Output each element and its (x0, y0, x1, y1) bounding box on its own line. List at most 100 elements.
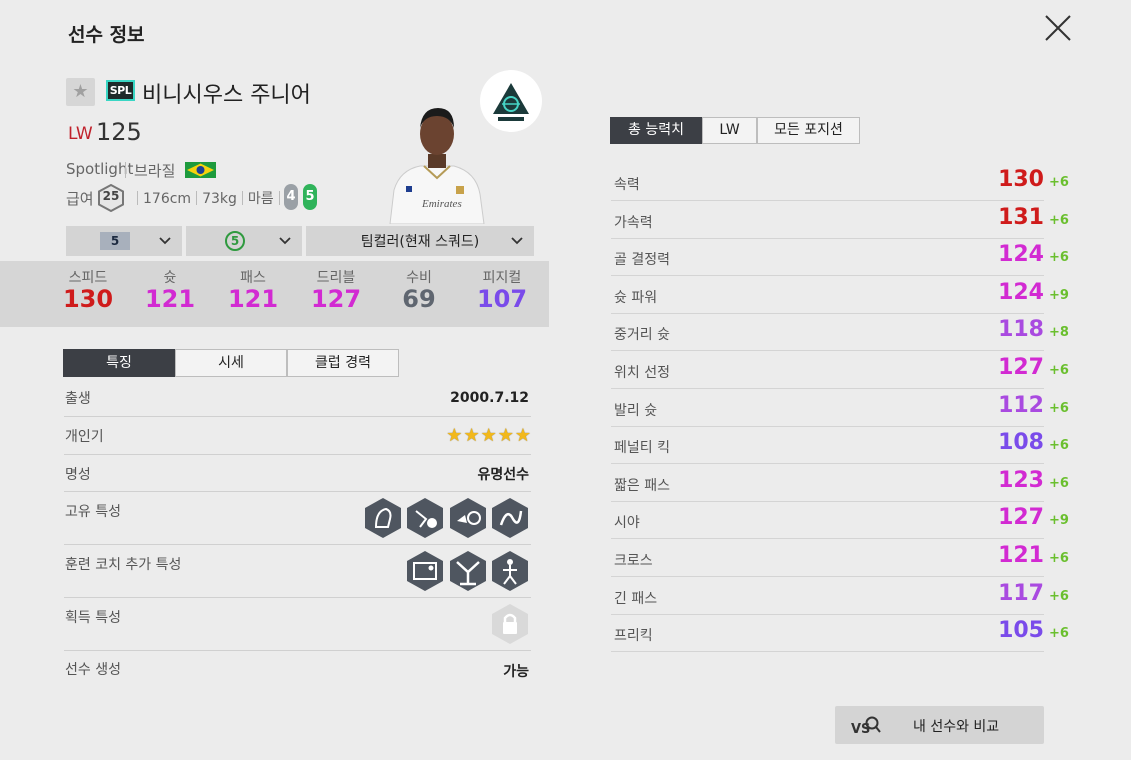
player-photo: Emirates (380, 98, 492, 225)
attribute-value: 105 (998, 618, 1044, 644)
info-row-acquired-traits: 획득 특성 (64, 598, 531, 651)
info-row-creation: 선수 생성 가능 (64, 651, 531, 689)
jersey-sponsor-text: Emirates (422, 198, 462, 210)
attribute-label: 페널티 킥 (614, 440, 670, 457)
attribute-row: 짧은 패스 123 +6 (611, 464, 1069, 502)
summary-stat-label: 피지컬 (482, 270, 522, 286)
attribute-row: 가속력 131 +6 (611, 201, 1069, 239)
summary-stat-label: 스피드 (68, 270, 108, 286)
coach-trait-icon[interactable] (491, 550, 529, 592)
tab-market-price[interactable]: 시세 (175, 349, 287, 377)
summary-stat: 수비 69 (379, 267, 459, 313)
attribute-bonus: +6 (1049, 475, 1069, 491)
vs-search-icon: VS (851, 716, 881, 737)
enhance-dropdown[interactable]: 5 (186, 226, 302, 256)
birth-label: 출생 (65, 391, 91, 407)
star-icon: ★ (480, 425, 497, 446)
attribute-value: 123 (998, 467, 1044, 493)
attribute-tabs: 총 능력치 LW 모든 포지션 (610, 117, 860, 145)
physical-info: 176cm 73kg 마름 (132, 188, 285, 208)
grade-value: 5 (100, 232, 130, 250)
coach-trait-icon[interactable] (449, 550, 487, 592)
salary-value: 25 (102, 189, 120, 203)
coach-trait-icon[interactable] (406, 550, 444, 592)
position-label: LW (68, 124, 93, 144)
creation-label: 선수 생성 (65, 662, 121, 678)
attribute-bonus: +9 (1049, 287, 1069, 303)
popularity-label: 개인기 (65, 429, 104, 445)
attribute-value: 127 (998, 505, 1044, 531)
star-icon: ★ (446, 425, 463, 446)
chevron-down-icon (159, 237, 171, 245)
team-color-value: 팀컬러(현재 스쿼드) (360, 234, 480, 250)
attribute-value: 127 (998, 355, 1044, 380)
trait-icon[interactable] (491, 497, 529, 539)
tab-position-lw[interactable]: LW (702, 117, 757, 144)
summary-stat-value: 107 (476, 285, 528, 313)
attribute-value: 124 (998, 279, 1044, 305)
team-color-dropdown[interactable]: 팀컬러(현재 스쿼드) (306, 226, 534, 256)
favorite-button[interactable]: ★ (66, 78, 95, 106)
info-row-reputation: 명성 유명선수 (64, 455, 531, 492)
trait-icon[interactable] (406, 497, 444, 539)
enhance-value: 5 (225, 231, 245, 251)
attribute-row: 발리 슛 112 +6 (611, 389, 1069, 427)
attribute-label: 위치 선정 (614, 365, 670, 381)
height-value: 176cm (143, 191, 192, 207)
attribute-label: 골 결정력 (614, 252, 670, 269)
attribute-value: 124 (998, 242, 1044, 268)
season-name: Spotlight (66, 160, 134, 178)
star-icon: ★ (463, 425, 480, 446)
skill-stars: ★ ★ ★ ★ ★ (446, 427, 531, 445)
page-title: 선수 정보 (68, 24, 145, 46)
summary-stat-label: 패스 (240, 270, 266, 286)
attribute-value: 108 (998, 430, 1044, 456)
chevron-down-icon (279, 237, 291, 245)
salary-badge: 25 (98, 183, 124, 213)
attribute-row: 골 결정력 124 +6 (611, 238, 1069, 277)
tab-all-positions[interactable]: 모든 포지션 (757, 117, 860, 144)
grade-dropdown[interactable]: 5 (66, 226, 182, 256)
attribute-value: 130 (998, 167, 1044, 192)
unique-traits-label: 고유 특성 (65, 504, 121, 520)
attribute-label: 가속력 (614, 214, 653, 231)
close-icon (1045, 15, 1071, 41)
close-button[interactable] (1040, 10, 1076, 46)
summary-stat: 스피드 130 (48, 267, 128, 313)
attribute-label: 발리 슛 (614, 402, 658, 419)
attribute-label: 시야 (614, 515, 640, 532)
compare-label: 내 선수와 비교 (913, 719, 1000, 735)
attribute-bonus: +8 (1049, 325, 1069, 341)
attribute-bonus: +6 (1049, 363, 1069, 378)
attribute-bonus: +6 (1049, 400, 1069, 416)
attribute-value: 118 (998, 317, 1044, 343)
attribute-bonus: +6 (1049, 212, 1069, 228)
weak-foot-right: 5 (303, 184, 317, 210)
summary-stat: 피지컬 107 (462, 267, 542, 313)
attribute-value: 117 (998, 580, 1044, 606)
star-icon: ★ (497, 425, 514, 446)
trait-icon[interactable] (364, 497, 402, 539)
attribute-row: 긴 패스 117 +6 (611, 577, 1069, 615)
spotlight-logo (493, 83, 529, 121)
compare-with-my-player-button[interactable]: VS 내 선수와 비교 (835, 706, 1044, 744)
summary-stat-label: 수비 (406, 270, 432, 286)
tab-club-history[interactable]: 클럽 경력 (287, 349, 399, 377)
attribute-bonus: +6 (1049, 588, 1069, 604)
summary-stat-label: 드리블 (316, 270, 356, 286)
attribute-bonus: +6 (1049, 626, 1069, 642)
tab-traits[interactable]: 특징 (63, 349, 175, 377)
tab-total-stats[interactable]: 총 능력치 (610, 117, 702, 144)
lock-icon (491, 603, 529, 645)
attribute-row: 시야 127 +9 (611, 501, 1069, 540)
creation-value: 가능 (503, 664, 529, 680)
coach-traits-label: 훈련 코치 추가 특성 (65, 557, 182, 573)
summary-stat-label: 슛 (163, 270, 177, 286)
attribute-row: 프리킥 105 +6 (611, 614, 1069, 653)
body-type-value: 마름 (247, 191, 274, 207)
attribute-bonus: +9 (1049, 513, 1069, 529)
attribute-value: 112 (998, 392, 1044, 418)
reputation-value: 유명선수 (477, 467, 529, 483)
attribute-row: 위치 선정 127 +6 (611, 351, 1069, 389)
trait-icon[interactable] (449, 497, 487, 539)
